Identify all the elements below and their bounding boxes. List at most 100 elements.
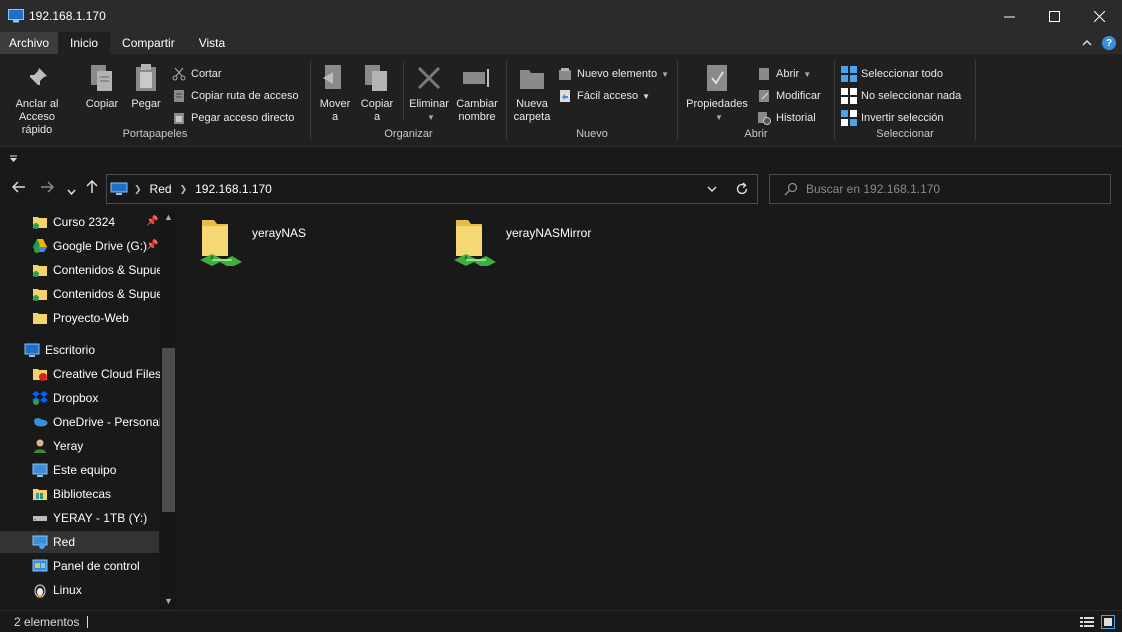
minimize-button[interactable] <box>986 0 1032 32</box>
sidebar-item-google-drive[interactable]: Google Drive (G:) <box>32 235 147 257</box>
move-label-2: a <box>331 111 339 123</box>
edit-button[interactable]: Modificar <box>756 87 821 105</box>
select-all-button[interactable]: Seleccionar todo <box>841 65 943 83</box>
paste-button[interactable]: Pegar <box>126 62 166 111</box>
sidebar-item-label: Este equipo <box>53 463 117 477</box>
tab-inicio[interactable]: Inicio <box>58 32 111 54</box>
sidebar-item-creative-cloud[interactable]: Creative Cloud Files <box>32 363 161 385</box>
tab-archivo[interactable]: Archivo <box>0 32 59 54</box>
breadcrumb-red[interactable]: Red <box>150 182 172 196</box>
move-label-1: Mover <box>319 98 351 110</box>
navigation-pane: Curso 2324 📌 Google Drive (G:) 📌 Conteni… <box>0 210 177 610</box>
sidebar-item-bibliotecas[interactable]: Bibliotecas <box>32 483 111 505</box>
ribbon-separator <box>403 62 404 120</box>
new-folder-label-2: carpeta <box>513 111 551 123</box>
collapse-ribbon-icon[interactable] <box>1082 39 1092 47</box>
history-icon <box>758 112 771 125</box>
details-view-icon[interactable] <box>1080 616 1094 628</box>
easy-access-button[interactable]: Fácil acceso ▼ <box>557 87 650 105</box>
sidebar-item-yeray-1tb[interactable]: YERAY - 1TB (Y:) <box>32 507 147 529</box>
title-bar: 192.168.1.170 <box>0 0 1122 32</box>
easy-access-icon <box>560 90 570 102</box>
sidebar-item-contenidos-1[interactable]: Contenidos & Supue <box>32 259 163 281</box>
paste-shortcut-button[interactable]: Pegar acceso directo <box>171 109 294 127</box>
invert-selection-button[interactable]: Invertir selección <box>841 109 944 127</box>
move-to-button[interactable]: Mover a <box>317 62 353 124</box>
scrollbar-thumb[interactable] <box>162 348 175 512</box>
address-bar[interactable]: ❯ Red ❯ 192.168.1.170 <box>106 174 758 204</box>
open-label: Abrir <box>776 68 800 80</box>
help-icon[interactable]: ? <box>1102 36 1116 50</box>
cut-label: Cortar <box>191 68 222 80</box>
drive-icon <box>32 510 48 526</box>
breadcrumb-current[interactable]: 192.168.1.170 <box>195 182 272 196</box>
sidebar-item-contenidos-2[interactable]: Contenidos & Supue <box>32 283 163 305</box>
list-item[interactable]: yerayNASMirror <box>452 216 591 270</box>
rename-icon <box>463 69 489 87</box>
refresh-icon[interactable] <box>735 182 749 196</box>
new-item-button[interactable]: Nuevo elemento ▼ <box>557 65 669 83</box>
ribbon: Anclar al Acceso rápido Copiar Pegar Cor… <box>0 54 1122 146</box>
invert-selection-icon <box>841 110 857 126</box>
sidebar-item-proyecto-web[interactable]: Proyecto-Web <box>32 307 129 329</box>
chevron-right-icon[interactable]: ❯ <box>180 184 188 195</box>
rename-button[interactable]: Cambiar nombre <box>454 62 500 124</box>
pin-quick-access-button[interactable]: Anclar al Acceso rápido <box>6 62 68 137</box>
sidebar-item-onedrive[interactable]: OneDrive - Personal <box>32 411 162 433</box>
open-icon <box>759 68 769 80</box>
sidebar-item-label: Creative Cloud Files <box>53 367 162 381</box>
copy-to-label-1: Copiar <box>360 98 394 110</box>
group-label-organizar: Organizar <box>384 128 433 140</box>
copy-button[interactable]: Copiar <box>82 62 122 111</box>
copy-path-icon <box>174 90 184 102</box>
paste-shortcut-label: Pegar acceso directo <box>191 112 295 124</box>
select-none-button[interactable]: No seleccionar nada <box>841 87 961 105</box>
sidebar-item-curso-2324[interactable]: Curso 2324 <box>32 211 115 233</box>
new-folder-label-1: Nueva <box>516 98 548 110</box>
select-none-icon <box>841 88 857 104</box>
delete-button[interactable]: Eliminar ▼ <box>407 62 451 124</box>
chevron-right-icon[interactable]: ❯ <box>134 184 142 195</box>
history-button[interactable]: Historial <box>756 109 816 127</box>
search-input[interactable]: Buscar en 192.168.1.170 <box>806 182 940 196</box>
sidebar-item-label: OneDrive - Personal <box>53 415 162 429</box>
sidebar-item-label: Panel de control <box>53 559 140 573</box>
recent-locations-button[interactable] <box>67 182 76 198</box>
customize-toolbar-icon[interactable] <box>9 155 18 163</box>
forward-button[interactable] <box>40 180 55 196</box>
ribbon-separator <box>975 60 976 140</box>
up-button[interactable] <box>86 179 98 197</box>
chevron-up-icon[interactable]: ▲ <box>160 212 177 222</box>
sidebar-item-este-equipo[interactable]: Este equipo <box>32 459 116 481</box>
new-folder-button[interactable]: Nueva carpeta <box>511 62 553 124</box>
large-icons-view-icon[interactable] <box>1101 615 1115 629</box>
back-button[interactable] <box>11 180 26 196</box>
tab-compartir[interactable]: Compartir <box>110 32 187 54</box>
group-nuevo: Nueva carpeta Nuevo elemento ▼ Fácil acc… <box>507 58 677 144</box>
tab-vista[interactable]: Vista <box>187 32 237 54</box>
delete-label: Eliminar <box>409 98 449 110</box>
sidebar-item-panel-control[interactable]: Panel de control <box>32 555 140 577</box>
properties-label: Propiedades <box>686 98 748 110</box>
sidebar-item-escritorio[interactable]: Escritorio <box>24 339 95 361</box>
chevron-down-icon[interactable]: ▼ <box>160 596 177 606</box>
sidebar-item-linux[interactable]: Linux <box>32 579 82 601</box>
close-button[interactable] <box>1076 0 1122 32</box>
maximize-button[interactable] <box>1031 0 1077 32</box>
sidebar-item-dropbox[interactable]: Dropbox <box>32 387 98 409</box>
file-list[interactable]: yerayNAS yerayNASMirror <box>178 210 1122 610</box>
open-button[interactable]: Abrir ▼ <box>756 65 811 83</box>
paste-shortcut-icon <box>174 113 184 124</box>
sidebar-scrollbar[interactable]: ▲ ▼ <box>160 210 177 610</box>
sidebar-item-red[interactable]: Red <box>0 531 159 553</box>
copy-to-button[interactable]: Copiar a <box>359 62 395 124</box>
list-item[interactable]: yerayNAS <box>198 216 306 270</box>
chevron-down-icon[interactable] <box>707 186 717 193</box>
sidebar-item-yeray[interactable]: Yeray <box>32 435 83 457</box>
cut-button[interactable]: Cortar <box>171 65 222 83</box>
properties-button[interactable]: Propiedades ▼ <box>684 62 750 124</box>
desktop-icon <box>24 342 40 358</box>
copy-path-button[interactable]: Copiar ruta de acceso <box>171 87 299 105</box>
control-panel-icon <box>32 558 48 574</box>
search-box[interactable]: Buscar en 192.168.1.170 <box>769 174 1111 204</box>
